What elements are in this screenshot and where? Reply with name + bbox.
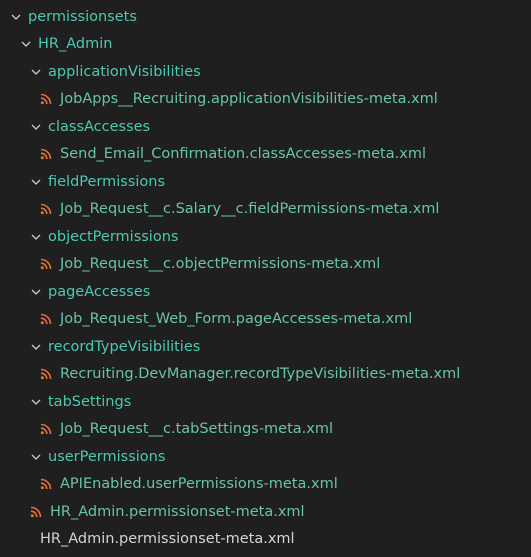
tree-file-label: Job_Request__c.tabSettings-meta.xml — [60, 421, 334, 437]
chevron-down-icon[interactable] — [28, 119, 44, 135]
chevron-down-icon[interactable] — [28, 449, 44, 465]
tree-folder-label: fieldPermissions — [48, 173, 166, 190]
tree-file-page-accesses[interactable]: Job_Request_Web_Form.pageAccesses-meta.x… — [0, 306, 531, 334]
tree-folder-record-type-visibilities[interactable]: recordTypeVisibilities — [0, 333, 531, 361]
tree-file-label: APIEnabled.userPermissions-meta.xml — [60, 476, 338, 492]
tree-folder-label: permissionsets — [28, 8, 137, 25]
tree-file-label: Send_Email_Confirmation.classAccesses-me… — [60, 146, 426, 162]
chevron-down-icon[interactable] — [18, 36, 34, 52]
rss-feed-icon — [38, 421, 54, 437]
rss-feed-icon — [38, 311, 54, 327]
chevron-down-icon[interactable] — [28, 339, 44, 355]
tree-folder-page-accesses[interactable]: pageAccesses — [0, 278, 531, 306]
tree-folder-label: applicationVisibilities — [48, 63, 201, 80]
tree-file-hr-admin-permissionset[interactable]: HR_Admin.permissionset-meta.xml — [0, 498, 531, 526]
tree-folder-user-permissions[interactable]: userPermissions — [0, 443, 531, 471]
tree-folder-label: objectPermissions — [48, 228, 179, 245]
chevron-down-icon[interactable] — [28, 64, 44, 80]
tree-folder-tab-settings[interactable]: tabSettings — [0, 388, 531, 416]
tree-file-label: Job_Request__c.Salary__c.fieldPermission… — [60, 201, 440, 217]
tree-file-label: HR_Admin.permissionset-meta.xml — [40, 531, 295, 547]
tree-file-application-visibilities[interactable]: JobApps__Recruiting.applicationVisibilit… — [0, 86, 531, 114]
rss-feed-icon — [38, 201, 54, 217]
tree-folder-object-permissions[interactable]: objectPermissions — [0, 223, 531, 251]
tree-folder-label: recordTypeVisibilities — [48, 338, 201, 355]
tree-folder-field-permissions[interactable]: fieldPermissions — [0, 168, 531, 196]
tree-folder-application-visibilities[interactable]: applicationVisibilities — [0, 58, 531, 86]
tree-folder-permissionsets[interactable]: permissionsets — [0, 3, 531, 31]
tree-file-class-accesses[interactable]: Send_Email_Confirmation.classAccesses-me… — [0, 141, 531, 169]
tree-folder-label: pageAccesses — [48, 283, 151, 300]
rss-feed-icon — [38, 476, 54, 492]
tree-file-root-permissionset[interactable]: HR_Admin.permissionset-meta.xml — [0, 526, 531, 554]
tree-folder-label: classAccesses — [48, 118, 151, 135]
tree-folder-label: HR_Admin — [38, 36, 113, 52]
chevron-down-icon[interactable] — [8, 9, 24, 25]
tree-folder-label: userPermissions — [48, 448, 166, 465]
tree-file-label: HR_Admin.permissionset-meta.xml — [50, 503, 305, 520]
chevron-down-icon[interactable] — [28, 229, 44, 245]
chevron-down-icon[interactable] — [28, 174, 44, 190]
chevron-down-icon[interactable] — [28, 394, 44, 410]
explorer-tree: permissionsets HR_Admin applicationVisib… — [0, 0, 531, 557]
tree-file-record-type-visibilities[interactable]: Recruiting.DevManager.recordTypeVisibili… — [0, 361, 531, 389]
tree-file-label: Job_Request__c.objectPermissions-meta.xm… — [60, 256, 381, 272]
rss-feed-icon — [28, 504, 44, 520]
tree-file-field-permissions[interactable]: Job_Request__c.Salary__c.fieldPermission… — [0, 196, 531, 224]
rss-feed-icon — [38, 256, 54, 272]
tree-folder-class-accesses[interactable]: classAccesses — [0, 113, 531, 141]
tree-folder-label: tabSettings — [48, 393, 132, 410]
tree-file-object-permissions[interactable]: Job_Request__c.objectPermissions-meta.xm… — [0, 251, 531, 279]
tree-file-user-permissions[interactable]: APIEnabled.userPermissions-meta.xml — [0, 471, 531, 499]
tree-file-label: JobApps__Recruiting.applicationVisibilit… — [60, 91, 438, 107]
tree-file-label: Job_Request_Web_Form.pageAccesses-meta.x… — [60, 311, 413, 327]
rss-feed-icon — [38, 91, 54, 107]
chevron-down-icon[interactable] — [28, 284, 44, 300]
tree-folder-hr-admin[interactable]: HR_Admin — [0, 31, 531, 59]
tree-file-tab-settings[interactable]: Job_Request__c.tabSettings-meta.xml — [0, 416, 531, 444]
rss-feed-icon — [38, 146, 54, 162]
rss-feed-icon — [38, 366, 54, 382]
tree-file-label: Recruiting.DevManager.recordTypeVisibili… — [60, 366, 461, 382]
